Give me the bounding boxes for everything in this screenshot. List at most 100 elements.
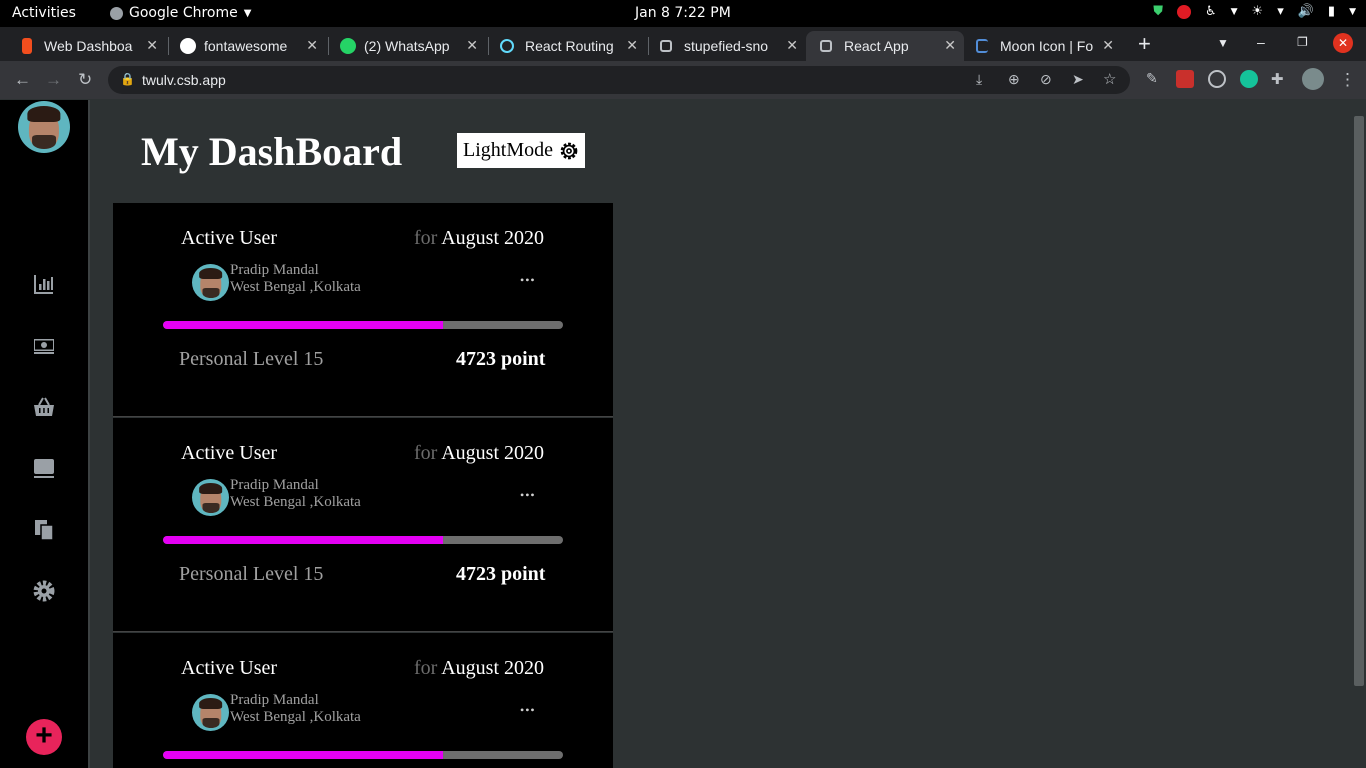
- close-tab-icon[interactable]: ✕: [466, 37, 478, 54]
- minimize-icon[interactable]: –: [1257, 34, 1265, 50]
- tab-react-app[interactable]: React App ✕: [806, 31, 964, 61]
- card-period: for August 2020: [414, 227, 545, 249]
- copy-icon[interactable]: [32, 518, 56, 542]
- more-options-icon[interactable]: •••: [520, 703, 536, 718]
- user-card: Active User for August 2020 Pradip Manda…: [113, 203, 613, 417]
- tab-whatsapp[interactable]: (2) WhatsApp ✕: [340, 31, 480, 61]
- close-window-icon[interactable]: ✕: [1333, 33, 1353, 53]
- chevron-down-icon[interactable]: ▼: [1349, 7, 1356, 17]
- browser-toolbar: ← → ↻ 🔒 twulv.csb.app ⤓ ⊕ ⊘ ➤ ☆ ✎ ✚ ⋮: [0, 61, 1366, 99]
- close-tab-icon[interactable]: ✕: [1102, 37, 1114, 54]
- address-bar[interactable]: 🔒 twulv.csb.app ⤓ ⊕ ⊘ ➤ ☆: [108, 66, 1130, 94]
- more-options-icon[interactable]: •••: [520, 273, 536, 288]
- tab-web-dashboard[interactable]: Web Dashboa ✕: [22, 31, 160, 61]
- profile-avatar[interactable]: [1302, 68, 1324, 90]
- react-icon: [500, 39, 514, 53]
- points-text: 4723 point: [456, 348, 546, 370]
- accessibility-icon[interactable]: ♿: [1205, 4, 1217, 19]
- back-icon[interactable]: ←: [14, 70, 31, 90]
- lightmode-toggle-button[interactable]: LightMode: [457, 133, 585, 168]
- close-tab-icon[interactable]: ✕: [626, 37, 638, 54]
- card-period: for August 2020: [414, 442, 545, 464]
- chevron-down-icon[interactable]: ▼: [1231, 7, 1238, 17]
- gear-icon: [560, 142, 578, 159]
- close-tab-icon[interactable]: ✕: [306, 37, 318, 54]
- comment-icon[interactable]: [32, 456, 56, 480]
- extensions-puzzle-icon[interactable]: ✚: [1271, 70, 1284, 88]
- page-scrollbar[interactable]: [1352, 100, 1366, 768]
- more-menu-icon[interactable]: ⋮: [1339, 70, 1356, 90]
- url-text[interactable]: twulv.csb.app: [142, 72, 226, 88]
- codesandbox-icon: [660, 40, 672, 52]
- zoom-icon[interactable]: ⊕: [1008, 71, 1020, 88]
- do-not-disturb-icon[interactable]: [1176, 4, 1191, 19]
- progress-bar: [163, 751, 563, 759]
- avatar[interactable]: [192, 694, 229, 731]
- points-text: 4723 point: [456, 563, 546, 585]
- tab-label: React Routing: [525, 38, 614, 54]
- lightmode-label: LightMode: [463, 139, 553, 161]
- avatar[interactable]: [18, 101, 70, 153]
- progress-fill: [163, 751, 443, 759]
- lock-icon[interactable]: 🔒: [120, 72, 135, 86]
- user-card: Active User for August 2020 Pradip Manda…: [113, 418, 613, 632]
- reload-icon[interactable]: ↻: [78, 70, 92, 90]
- user-card: Active User for August 2020 Pradip Manda…: [113, 633, 613, 768]
- close-tab-icon[interactable]: ✕: [944, 37, 956, 54]
- bookmark-star-icon[interactable]: ☆: [1103, 70, 1116, 88]
- close-tab-icon[interactable]: ✕: [146, 37, 158, 54]
- gear-icon[interactable]: [32, 579, 56, 603]
- send-icon[interactable]: ➤: [1072, 71, 1084, 88]
- forward-icon[interactable]: →: [45, 70, 62, 90]
- tab-label: Web Dashboa: [44, 38, 133, 54]
- tab-strip: Web Dashboa ✕ fontawesome ✕ (2) WhatsApp…: [0, 27, 1366, 61]
- avatar[interactable]: [192, 479, 229, 516]
- tab-label: React App: [844, 38, 909, 54]
- brightness-icon[interactable]: ☀: [1252, 4, 1264, 19]
- tracking-protection-icon[interactable]: ⊘: [1040, 71, 1052, 88]
- tab-react-routing[interactable]: React Routing ✕: [500, 31, 640, 61]
- scrollbar-thumb[interactable]: [1354, 116, 1364, 686]
- money-bill-icon[interactable]: [32, 333, 56, 357]
- more-options-icon[interactable]: •••: [520, 488, 536, 503]
- extension-red-icon[interactable]: [1176, 70, 1194, 88]
- chrome-icon: [110, 6, 123, 20]
- tab-label: stupefied-sno: [684, 38, 769, 54]
- tab-search-icon[interactable]: ▼: [1217, 36, 1229, 50]
- clock[interactable]: Jan 8 7:22 PM: [635, 5, 731, 21]
- user-info: Pradip Mandal West Bengal ,Kolkata: [230, 477, 361, 510]
- level-text: Personal Level 15: [179, 563, 324, 585]
- shield-icon[interactable]: ⛊: [1153, 4, 1163, 19]
- add-button[interactable]: +: [26, 719, 62, 755]
- tab-stupefied-sno[interactable]: stupefied-sno ✕: [660, 31, 800, 61]
- app-menu[interactable]: Google Chrome ▼: [110, 5, 251, 21]
- user-info: Pradip Mandal West Bengal ,Kolkata: [230, 692, 361, 725]
- pen-extension-icon[interactable]: ✎: [1146, 70, 1158, 87]
- new-tab-icon[interactable]: +: [1138, 31, 1151, 57]
- tab-label: fontawesome: [204, 38, 288, 54]
- avatar[interactable]: [192, 264, 229, 301]
- codesandbox-icon: [820, 40, 832, 52]
- restore-icon[interactable]: ❐: [1297, 35, 1308, 49]
- system-tray[interactable]: ⛊ ♿ ▼ ☀ ▾ 🔊 ▮ ▼: [1153, 4, 1356, 19]
- grammarly-icon[interactable]: [1240, 70, 1258, 88]
- activities-button[interactable]: Activities: [12, 5, 76, 21]
- system-top-bar: Activities Google Chrome ▼ Jan 8 7:22 PM…: [0, 0, 1366, 27]
- volume-icon[interactable]: 🔊: [1298, 4, 1314, 19]
- user-info: Pradip Mandal West Bengal ,Kolkata: [230, 262, 361, 295]
- whatsapp-icon: [340, 38, 356, 54]
- chevron-down-icon: ▼: [243, 7, 252, 19]
- card-heading: Active User: [181, 227, 278, 249]
- close-tab-icon[interactable]: ✕: [786, 37, 798, 54]
- chart-bar-icon[interactable]: [32, 272, 56, 296]
- tab-moon-icon[interactable]: Moon Icon | Fo ✕: [976, 31, 1116, 61]
- card-period: for August 2020: [414, 657, 545, 679]
- card-heading: Active User: [181, 657, 278, 679]
- extension-target-icon[interactable]: [1208, 70, 1226, 88]
- tab-label: (2) WhatsApp: [364, 38, 450, 54]
- battery-icon[interactable]: ▮: [1328, 4, 1335, 19]
- shopping-basket-icon[interactable]: [32, 395, 56, 419]
- install-icon[interactable]: ⤓: [976, 71, 982, 88]
- wifi-icon[interactable]: ▾: [1277, 4, 1284, 19]
- tab-fontawesome[interactable]: fontawesome ✕: [180, 31, 320, 61]
